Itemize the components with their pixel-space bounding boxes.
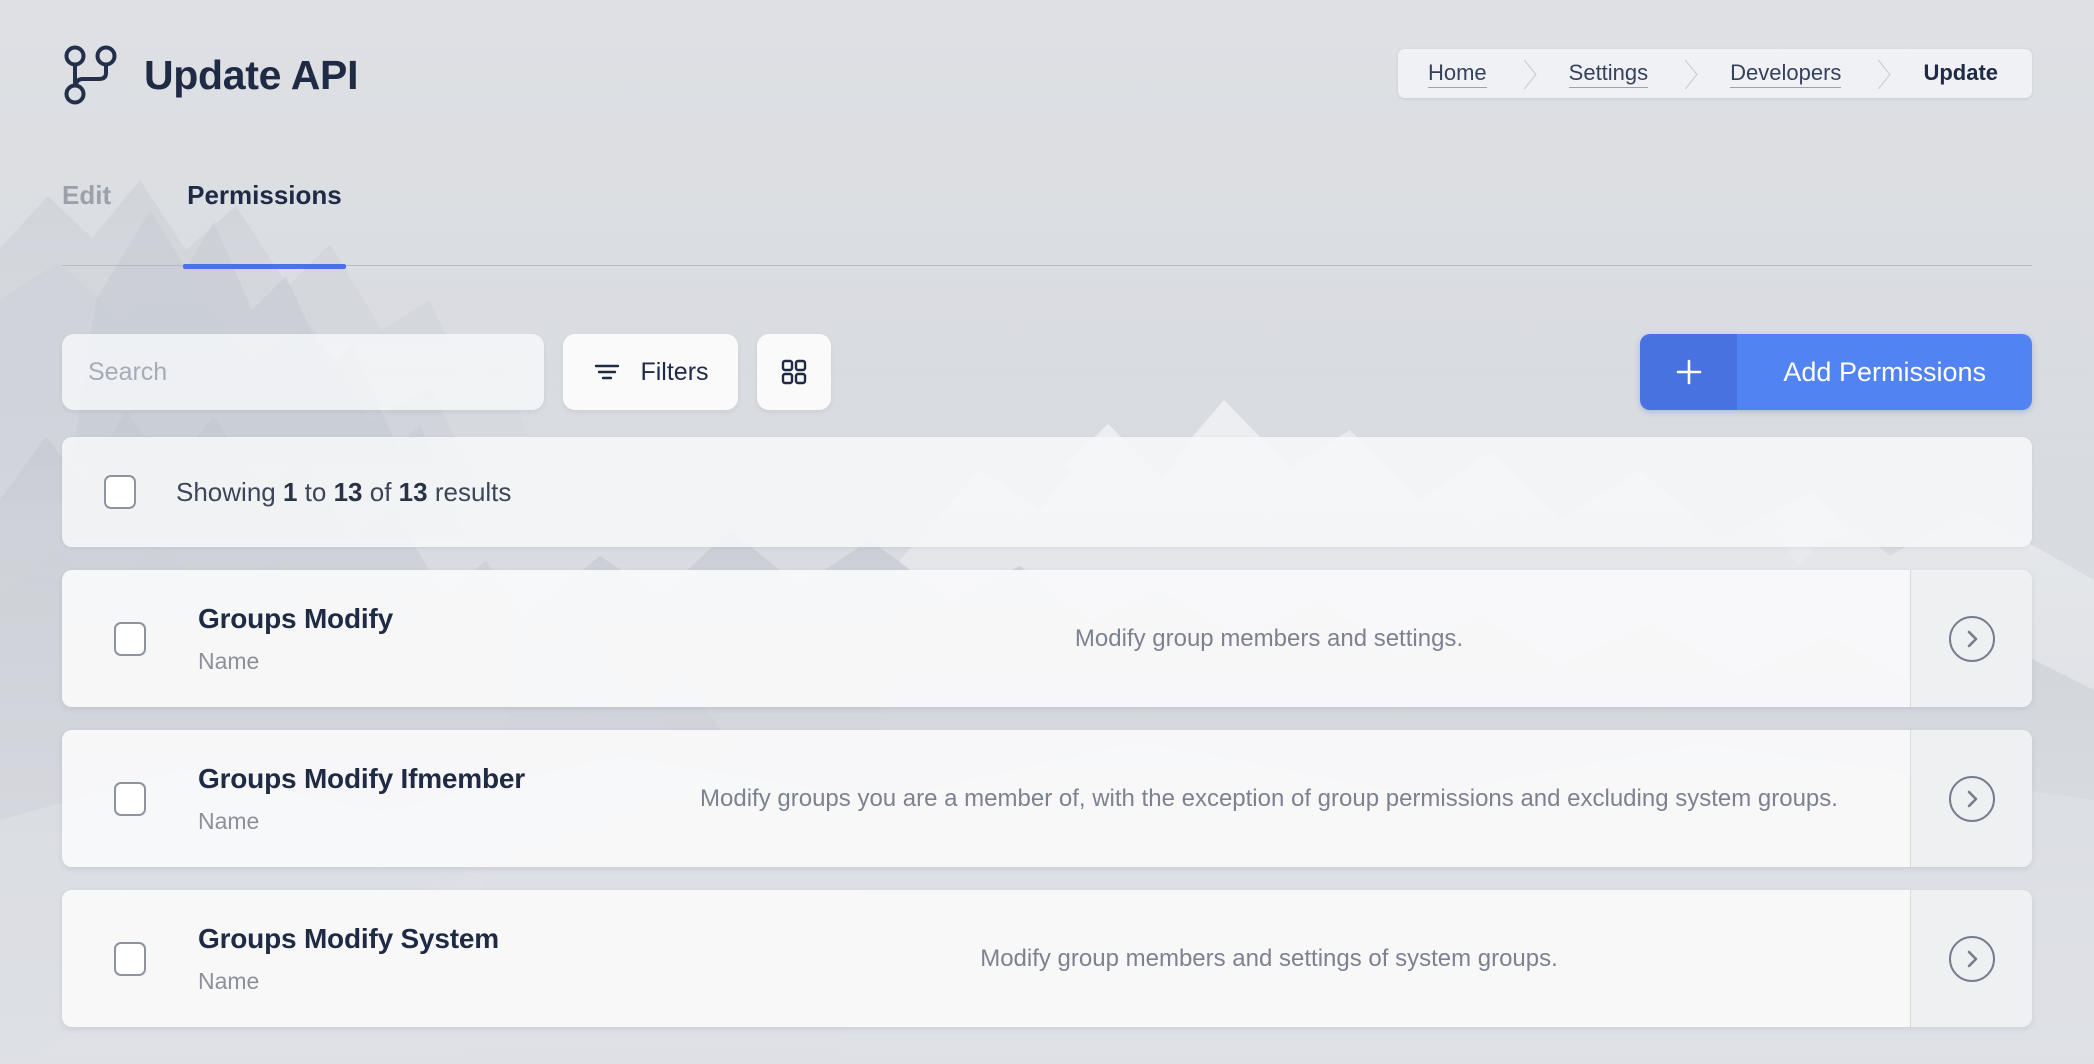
breadcrumb-label-update: Update <box>1923 60 1998 86</box>
row-field-label: Name <box>198 807 260 834</box>
row-main-cell: Groups Modify Ifmember Name <box>198 730 628 867</box>
breadcrumb-item-settings[interactable]: Settings <box>1539 49 1679 98</box>
row-description: Modify groups you are a member of, with … <box>700 784 1838 812</box>
row-checkbox[interactable] <box>114 941 146 976</box>
select-all-checkbox[interactable] <box>104 475 136 509</box>
row-description: Modify group members and settings of sys… <box>980 944 1558 972</box>
breadcrumb-item-developers[interactable]: Developers <box>1700 49 1871 98</box>
chevron-right-icon <box>1967 630 1977 647</box>
add-permissions-label: Add Permissions <box>1737 334 2032 410</box>
row-description: Modify group members and settings. <box>1074 624 1464 652</box>
breadcrumb-item-update: Update <box>1893 49 2032 98</box>
breadcrumb-label-home: Home <box>1427 59 1487 89</box>
brand: Update API <box>62 45 358 105</box>
chevron-right-icon <box>1967 790 1977 807</box>
grid-view-button[interactable] <box>757 334 831 410</box>
permissions-list: Groups Modify Name Modify group members … <box>62 570 2032 1027</box>
results-summary-text: Showing 1 to 13 of 13 results <box>176 477 511 508</box>
results-total: 13 <box>398 476 428 507</box>
toolbar: Filters Add Permissions <box>62 334 2032 410</box>
chevron-right-circle-icon[interactable] <box>1948 935 1995 982</box>
breadcrumb-item-home[interactable]: Home <box>1398 49 1517 98</box>
page-root: Update API Home Settings Developers Upda… <box>0 0 2094 1064</box>
search-input[interactable] <box>62 334 544 410</box>
results-of: of <box>369 476 392 507</box>
row-checkbox-cell <box>62 890 198 1027</box>
page-header: Update API Home Settings Developers Upda… <box>0 0 2094 150</box>
table-row[interactable]: Groups Modify Ifmember Name Modify group… <box>62 730 2032 867</box>
filters-button[interactable]: Filters <box>563 334 738 410</box>
tab-edit[interactable]: Edit <box>62 172 111 266</box>
row-action-cell[interactable] <box>1910 890 2032 1027</box>
chevron-right-circle-icon[interactable] <box>1948 615 1995 662</box>
row-action-cell[interactable] <box>1910 730 2032 867</box>
row-title: Groups Modify <box>198 602 393 634</box>
filter-lines-icon <box>595 364 620 380</box>
row-checkbox-cell <box>62 730 198 867</box>
breadcrumb-label-settings: Settings <box>1568 59 1649 89</box>
row-main-cell: Groups Modify Name <box>198 570 628 707</box>
add-permissions-button[interactable]: Add Permissions <box>1640 334 2032 410</box>
filters-button-label: Filters <box>640 357 709 386</box>
row-checkbox-cell <box>62 570 198 707</box>
row-field-label: Name <box>198 967 260 994</box>
breadcrumb-separator-icon <box>1678 49 1700 98</box>
breadcrumb-separator-icon <box>1517 49 1539 98</box>
grid-squares-icon <box>781 359 807 385</box>
row-action-cell[interactable] <box>1910 570 2032 707</box>
results-suffix: results <box>434 476 512 507</box>
git-branch-icon <box>64 45 117 105</box>
breadcrumb-label-developers: Developers <box>1730 59 1842 89</box>
table-row[interactable]: Groups Modify System Name Modify group m… <box>62 890 2032 1027</box>
results-prefix: Showing <box>176 476 276 507</box>
row-title: Groups Modify System <box>198 922 499 954</box>
chevron-right-circle-icon[interactable] <box>1948 775 1995 822</box>
breadcrumb-separator-icon <box>1871 49 1893 98</box>
row-checkbox[interactable] <box>114 621 146 656</box>
add-permissions-icon-area <box>1640 334 1738 410</box>
row-title: Groups Modify Ifmember <box>198 762 525 794</box>
plus-icon <box>1676 359 1702 385</box>
page-title: Update API <box>144 51 359 98</box>
row-checkbox[interactable] <box>114 781 146 816</box>
results-from: 1 <box>282 476 298 507</box>
results-to: 13 <box>333 476 363 507</box>
row-field-label: Name <box>198 647 260 674</box>
breadcrumb: Home Settings Developers Update <box>1397 49 2032 98</box>
table-row[interactable]: Groups Modify Name Modify group members … <box>62 570 2032 707</box>
tab-bar: Edit Permissions <box>62 172 2032 269</box>
row-main-cell: Groups Modify System Name <box>198 890 628 1027</box>
chevron-right-icon <box>1967 950 1977 967</box>
results-summary-bar: Showing 1 to 13 of 13 results <box>62 437 2032 547</box>
tab-permissions[interactable]: Permissions <box>183 172 346 269</box>
results-mid: to <box>304 476 327 507</box>
